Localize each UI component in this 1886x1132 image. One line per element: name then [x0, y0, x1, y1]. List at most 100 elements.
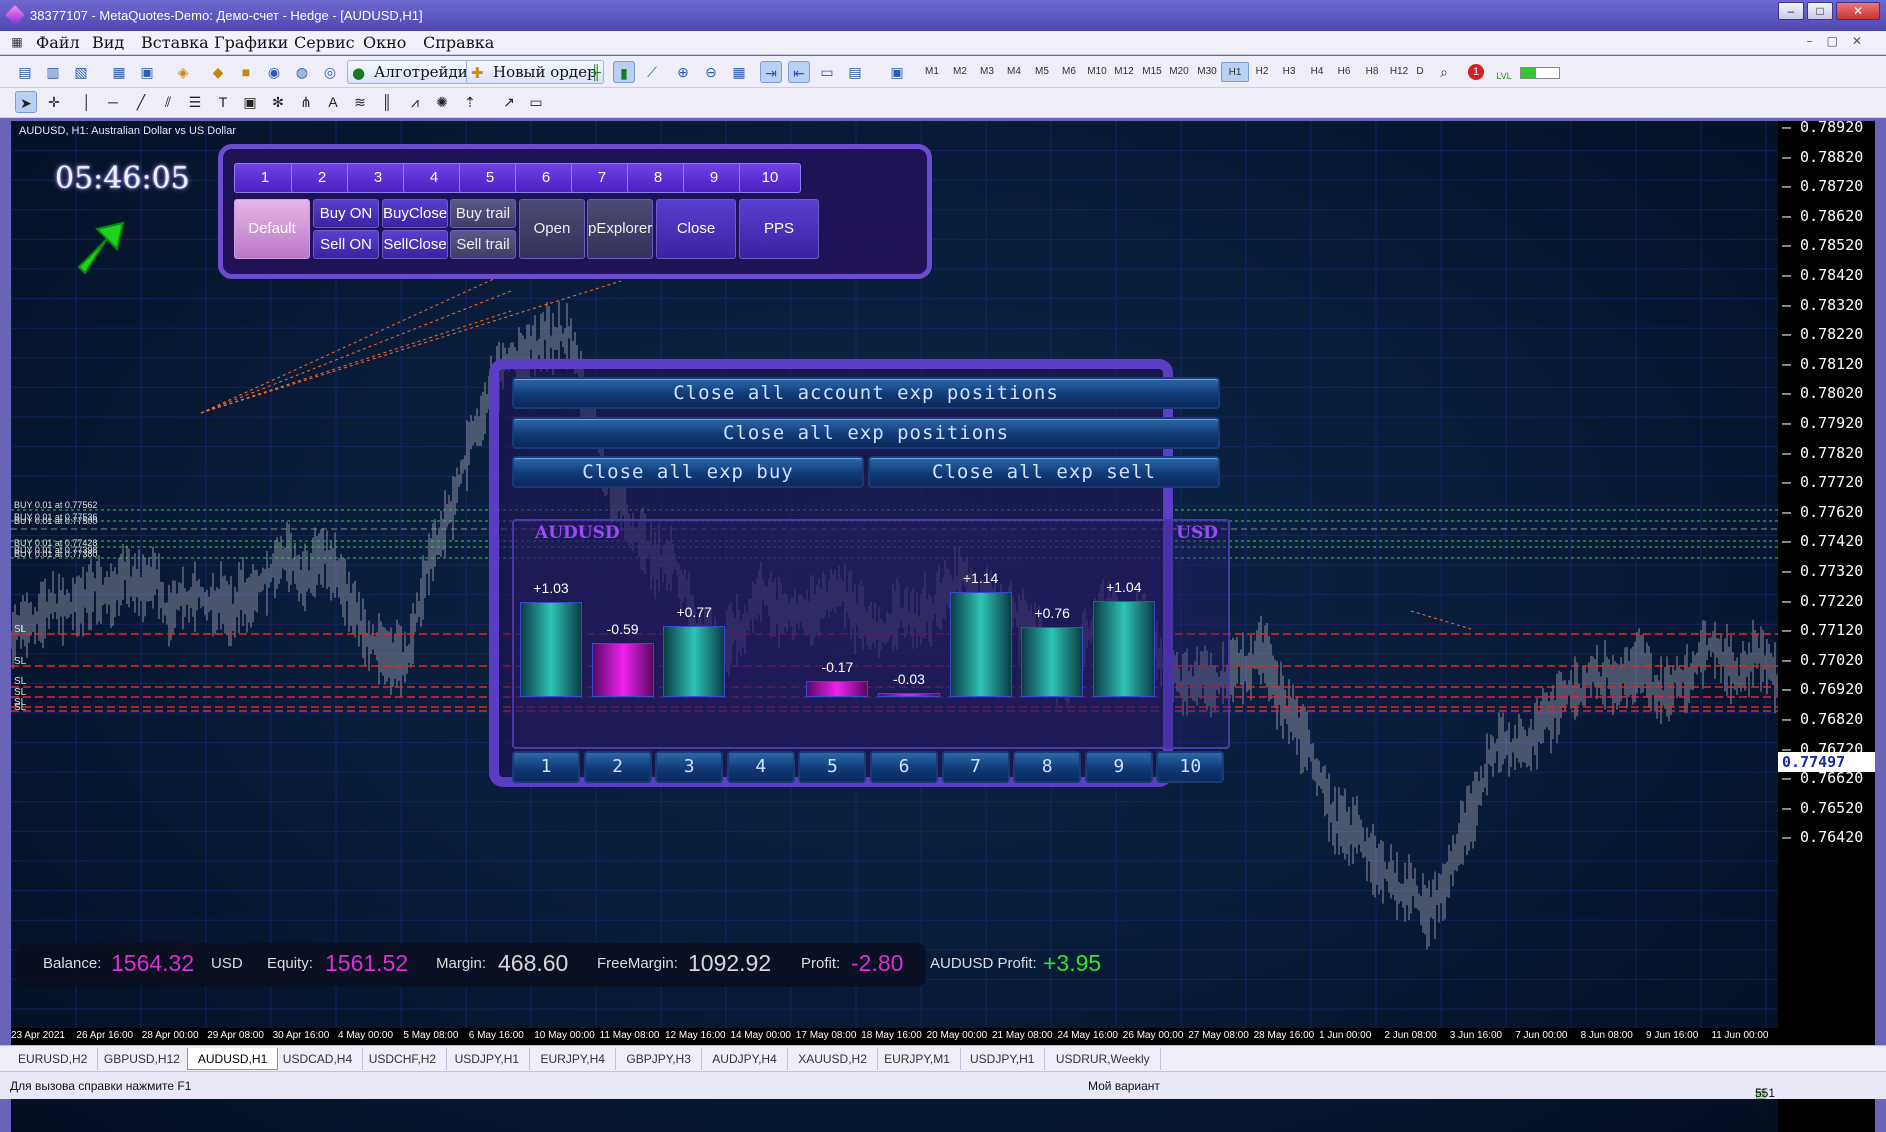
tf-m6[interactable]: M6 [1055, 62, 1083, 82]
position-number-button-7[interactable]: 7 [941, 751, 1010, 783]
signal-level-icon[interactable]: LVL [1493, 61, 1515, 83]
text-label-icon[interactable]: T [212, 91, 234, 113]
nav-button-6[interactable]: 6 [515, 163, 577, 193]
pps-button[interactable]: PPS [739, 199, 819, 259]
tf-h6[interactable]: H6 [1330, 62, 1358, 82]
tf-m2[interactable]: M2 [946, 62, 974, 82]
vertical-line-icon[interactable]: │ [76, 91, 98, 113]
chart-tab[interactable]: AUDJPY,H4 [702, 1048, 788, 1070]
close-panel-button[interactable]: Close [656, 199, 736, 259]
close-all-account-button[interactable]: Close all account exp positions [512, 377, 1220, 409]
tf-h1[interactable]: H1 [1221, 62, 1249, 82]
tf-m15[interactable]: M15 [1138, 62, 1166, 82]
sell-close-button[interactable]: SellClose [382, 230, 448, 259]
tf-h2[interactable]: H2 [1248, 62, 1276, 82]
fibo-fan-icon[interactable]: ≋ [349, 91, 371, 113]
autoscroll-icon[interactable]: ⇥ [760, 61, 782, 83]
menu-tools[interactable]: Сервис [294, 33, 355, 52]
chart-tab[interactable]: EURJPY,M1 [874, 1048, 961, 1070]
nav-button-3[interactable]: 3 [347, 163, 409, 193]
mdi-controls[interactable]: –□✕ [1807, 34, 1876, 48]
chart-window-icon[interactable]: ▦ [8, 31, 26, 51]
navigator-icon[interactable]: ◈ [172, 61, 194, 83]
chart-tab[interactable]: EURJPY,H4 [531, 1048, 616, 1070]
data-window-icon[interactable]: ▣ [136, 61, 158, 83]
time-scale[interactable]: 23 Apr 2021 26 Apr 16:00 28 Apr 00:00 29 Ap… [11, 1028, 1778, 1045]
period-separators-icon[interactable]: ▤ [844, 61, 866, 83]
buy-trail-button[interactable]: Buy trail [450, 199, 516, 228]
tf-m10[interactable]: M10 [1083, 62, 1111, 82]
market-watch-icon[interactable]: ▦ [108, 61, 130, 83]
elliott-icon[interactable]: ⩘ [404, 91, 426, 113]
alert-count-badge[interactable]: 1 [1468, 64, 1484, 80]
tf-m12[interactable]: M12 [1110, 62, 1138, 82]
position-number-button-5[interactable]: 5 [798, 751, 867, 783]
open-button[interactable]: Open [519, 199, 585, 259]
candlestick-chart-icon[interactable]: ▮ [613, 61, 635, 83]
arrow-line-icon[interactable]: ↗ [498, 91, 520, 113]
zoom-in-icon[interactable]: ⊕ [672, 61, 694, 83]
position-number-button-6[interactable]: 6 [870, 751, 938, 783]
tf-h4[interactable]: H4 [1303, 62, 1331, 82]
gann-grid-icon[interactable]: ✺ [431, 91, 453, 113]
price-scale[interactable]: – 0.78920 – 0.78820 – 0.78720 – 0.78620 – 0.… [1778, 118, 1875, 1132]
tf-m1[interactable]: M1 [918, 62, 946, 82]
zoom-out-icon[interactable]: ⊖ [700, 61, 722, 83]
close-all-exp-button[interactable]: Close all exp positions [512, 417, 1220, 449]
chart-tab[interactable]: USDCAD,H4 [273, 1048, 364, 1070]
gann-icon[interactable]: ✻ [267, 91, 289, 113]
equidistant-channel-icon[interactable]: ⫽ [157, 91, 179, 113]
tf-m4[interactable]: M4 [1000, 62, 1028, 82]
terminal-icon[interactable]: ◆ [207, 61, 229, 83]
strategy-tester-icon[interactable]: ◉ [263, 61, 285, 83]
tf-m3[interactable]: M3 [973, 62, 1001, 82]
sell-on-button[interactable]: Sell ON [313, 230, 379, 259]
position-number-button-3[interactable]: 3 [655, 751, 724, 783]
price-chart[interactable]: SL SL SL SL SL SL BUY 0.01 at 0.77562 BUY 0.01 … [11, 121, 1778, 1132]
grid-icon[interactable]: ▦ [728, 61, 750, 83]
chart-tab[interactable]: GBPUSD,H12 [94, 1048, 191, 1070]
market-icon[interactable]: ◎ [319, 61, 341, 83]
menu-window[interactable]: Окно [363, 33, 406, 52]
chart-shift-icon[interactable]: ⇤ [788, 61, 810, 83]
minimize-button[interactable]: – [1778, 2, 1804, 20]
position-number-button-8[interactable]: 8 [1013, 751, 1082, 783]
menu-charts[interactable]: Графики [214, 33, 288, 52]
position-number-button-10[interactable]: 10 [1156, 751, 1225, 783]
chart-tab[interactable]: EURUSD,H2 [8, 1048, 99, 1070]
chart-tab[interactable]: USDJPY,H1 [960, 1048, 1046, 1070]
pitchfork-icon[interactable]: ⋔ [295, 91, 317, 113]
chart-tab[interactable]: USDCHF,H2 [359, 1048, 448, 1070]
tf-m20[interactable]: M20 [1165, 62, 1193, 82]
default-button[interactable]: Default [234, 199, 310, 259]
nav-button-2[interactable]: 2 [291, 163, 353, 193]
tf-m5[interactable]: M5 [1028, 62, 1056, 82]
nav-button-1[interactable]: 1 [234, 163, 296, 193]
chart-tab[interactable]: USDJPY,H1 [445, 1048, 531, 1070]
bar-chart-icon[interactable]: ╫ [585, 61, 607, 83]
position-number-button-9[interactable]: 9 [1084, 751, 1153, 783]
search-icon[interactable]: ⌕ [1433, 61, 1455, 83]
arrows-icon[interactable]: ⇡ [459, 91, 481, 113]
tf-m30[interactable]: M30 [1193, 62, 1221, 82]
menu-view[interactable]: Вид [92, 33, 124, 52]
templates-icon[interactable]: ▧ [70, 61, 92, 83]
chart-tab[interactable]: XAUUSD,H2 [788, 1048, 878, 1070]
nav-button-8[interactable]: 8 [627, 163, 689, 193]
buy-close-button[interactable]: BuyClose [382, 199, 448, 228]
position-number-button-4[interactable]: 4 [726, 751, 795, 783]
signals-icon[interactable]: ◍ [291, 61, 313, 83]
menu-insert[interactable]: Вставка [141, 33, 209, 52]
menu-help[interactable]: Справка [423, 33, 494, 52]
trendline-icon[interactable]: ╱ [130, 91, 152, 113]
crosshair-icon[interactable]: ✛ [43, 91, 65, 113]
screenshot-icon[interactable]: ▣ [886, 61, 908, 83]
cycle-lines-icon[interactable]: ║ [376, 91, 398, 113]
sell-trail-button[interactable]: Sell trail [450, 230, 516, 259]
cursor-icon[interactable]: ➤ [15, 91, 37, 113]
fibonacci-icon[interactable]: ☰ [184, 91, 206, 113]
close-window-button[interactable]: ✕ [1836, 2, 1880, 20]
buy-on-button[interactable]: Buy ON [313, 199, 379, 228]
tf-d[interactable]: D [1410, 62, 1430, 82]
horizontal-line-icon[interactable]: ─ [102, 91, 124, 113]
